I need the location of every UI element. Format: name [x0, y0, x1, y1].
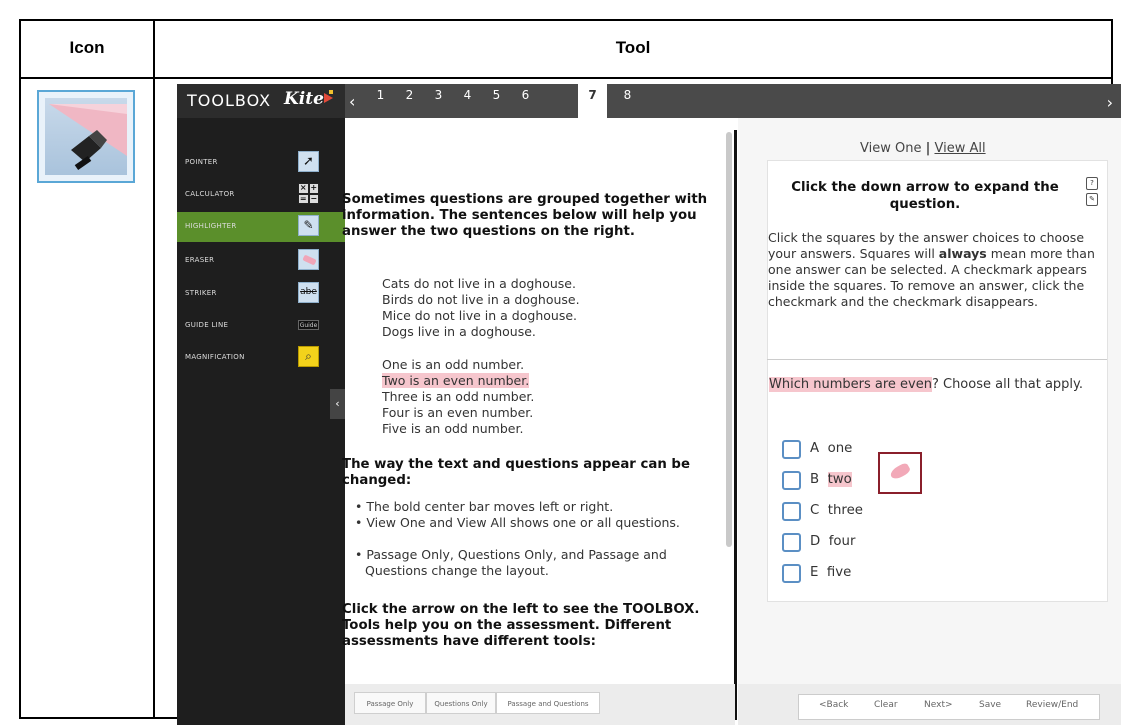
questions-only-button[interactable]: Questions Only	[426, 692, 496, 714]
question-tab-1[interactable]: 1	[366, 84, 395, 118]
question-tab-7[interactable]: 7	[578, 84, 607, 128]
question-tab-2[interactable]: 2	[395, 84, 424, 118]
header-icon: Icon	[69, 38, 105, 57]
review-end-button[interactable]: Review/End	[1026, 700, 1078, 710]
choice-label: E five	[810, 565, 852, 580]
calculator-icon: × + = −	[298, 183, 319, 204]
toolbox-header: TOOLBOX Kite	[177, 84, 345, 118]
passage-intro: Sometimes questions are grouped together…	[342, 192, 708, 239]
help-icon[interactable]: ?	[1086, 177, 1098, 190]
save-button[interactable]: Save	[979, 700, 1001, 710]
passage-bullet: • View One and View All shows one or all…	[355, 515, 680, 530]
passage-scrollbar[interactable]	[726, 132, 732, 547]
back-button[interactable]: <Back	[819, 700, 848, 710]
tool-label: HIGHLIGHTER	[185, 222, 237, 230]
passage-line: Dogs live in a doghouse.	[382, 324, 536, 339]
table-row-divider	[19, 77, 1113, 79]
tool-label: MAGNIFICATION	[185, 353, 245, 361]
clear-button[interactable]: Clear	[874, 700, 898, 710]
passage-line: One is an odd number.	[382, 357, 525, 372]
view-separator: |	[925, 141, 931, 156]
passage-only-button[interactable]: Passage Only	[354, 692, 426, 714]
tool-label: STRIKER	[185, 289, 217, 297]
notes-icon[interactable]: ✎	[1086, 193, 1098, 206]
tool-guide-line[interactable]: GUIDE LINE Guide	[177, 311, 345, 341]
tool-striker[interactable]: STRIKER abe	[177, 279, 345, 309]
question-divider	[767, 359, 1107, 360]
tool-pointer[interactable]: POINTER ➚	[177, 148, 345, 178]
checkbox[interactable]	[782, 471, 801, 490]
view-one-link[interactable]: View One	[860, 141, 921, 156]
passage-and-questions-button[interactable]: Passage and Questions	[496, 692, 600, 714]
magnification-icon: ⌕	[298, 346, 319, 367]
question-instructions: Click the squares by the answer choices …	[768, 230, 1095, 309]
highlighter-icon: ✎	[298, 215, 319, 236]
tool-label: CALCULATOR	[185, 190, 235, 198]
passage-bullet: • The bold center bar moves left or righ…	[355, 499, 614, 514]
question-tab-6[interactable]: 6	[511, 84, 540, 118]
choice-label: C three	[810, 503, 863, 518]
tool-label: GUIDE LINE	[185, 321, 229, 329]
view-toggle: View One | View All	[860, 141, 986, 156]
striker-icon: abe	[298, 282, 319, 303]
tool-eraser[interactable]: ERASER	[177, 246, 345, 276]
chevron-left-icon[interactable]: ‹	[349, 92, 355, 111]
view-all-link[interactable]: View All	[934, 141, 985, 156]
table-column-divider	[153, 19, 155, 719]
guide-line-icon: Guide	[298, 320, 319, 330]
question-tab-3[interactable]: 3	[424, 84, 453, 118]
tool-magnification[interactable]: MAGNIFICATION ⌕	[177, 343, 345, 373]
checkbox[interactable]	[782, 502, 801, 521]
question-tab-4[interactable]: 4	[453, 84, 482, 118]
header-tool: Tool	[615, 38, 651, 57]
toolbox-sidebar: POINTER ➚ CALCULATOR × + = − HIGHLIGHTER ✎ …	[177, 118, 345, 725]
tool-highlighter[interactable]: HIGHLIGHTER ✎	[177, 212, 345, 242]
kite-logo-mark-icon	[324, 93, 333, 103]
passage-line-highlighted: Two is an even number.	[382, 373, 530, 388]
chevron-right-icon[interactable]: ›	[1107, 93, 1113, 112]
kite-screenshot: TOOLBOX Kite ‹ 1 2 3 4 5 6 7 8 › POINTER…	[177, 84, 1121, 725]
passage-line: Cats do not live in a doghouse.	[382, 276, 576, 291]
question-tool-icons: ? ✎	[1086, 177, 1098, 209]
choice-label: A one	[810, 441, 853, 456]
eraser-icon	[298, 249, 319, 270]
checkbox[interactable]	[782, 440, 801, 459]
tool-calculator[interactable]: CALCULATOR × + = −	[177, 180, 345, 210]
passage-footer: Click the arrow on the left to see the T…	[342, 602, 700, 649]
passage-bullet: • Passage Only, Questions Only, and Pass…	[355, 547, 667, 578]
highlighter-cursor-icon	[878, 452, 922, 494]
passage-line: Three is an odd number.	[382, 389, 535, 404]
kite-logo-dot-icon	[329, 90, 333, 94]
checkbox[interactable]	[782, 533, 801, 552]
question-prompt: Which numbers are even? Choose all that …	[769, 377, 1084, 392]
choice-label: B two	[810, 472, 852, 487]
choice-label: D four	[810, 534, 856, 549]
checkbox[interactable]	[782, 564, 801, 583]
question-heading[interactable]: Click the down arrow to expand the quest…	[770, 179, 1080, 213]
tool-label: POINTER	[185, 158, 218, 166]
passage-line: Birds do not live in a doghouse.	[382, 292, 580, 307]
center-divider-bar[interactable]	[734, 130, 737, 720]
pointer-icon: ➚	[298, 151, 319, 172]
tool-label: ERASER	[185, 256, 215, 264]
passage-line: Four is an even number.	[382, 405, 534, 420]
eraser-tool-icon	[37, 90, 135, 183]
question-tab-5[interactable]: 5	[482, 84, 511, 118]
next-button[interactable]: Next>	[924, 700, 953, 710]
passage-heading: The way the text and questions appear ca…	[342, 457, 690, 488]
collapse-toolbox-button[interactable]: ‹	[330, 389, 345, 419]
passage-line: Five is an odd number.	[382, 421, 524, 436]
toolbox-title: TOOLBOX	[187, 91, 272, 110]
passage-line: Mice do not live in a doghouse.	[382, 308, 577, 323]
kite-logo: Kite	[284, 89, 324, 109]
question-tab-8[interactable]: 8	[613, 84, 642, 118]
